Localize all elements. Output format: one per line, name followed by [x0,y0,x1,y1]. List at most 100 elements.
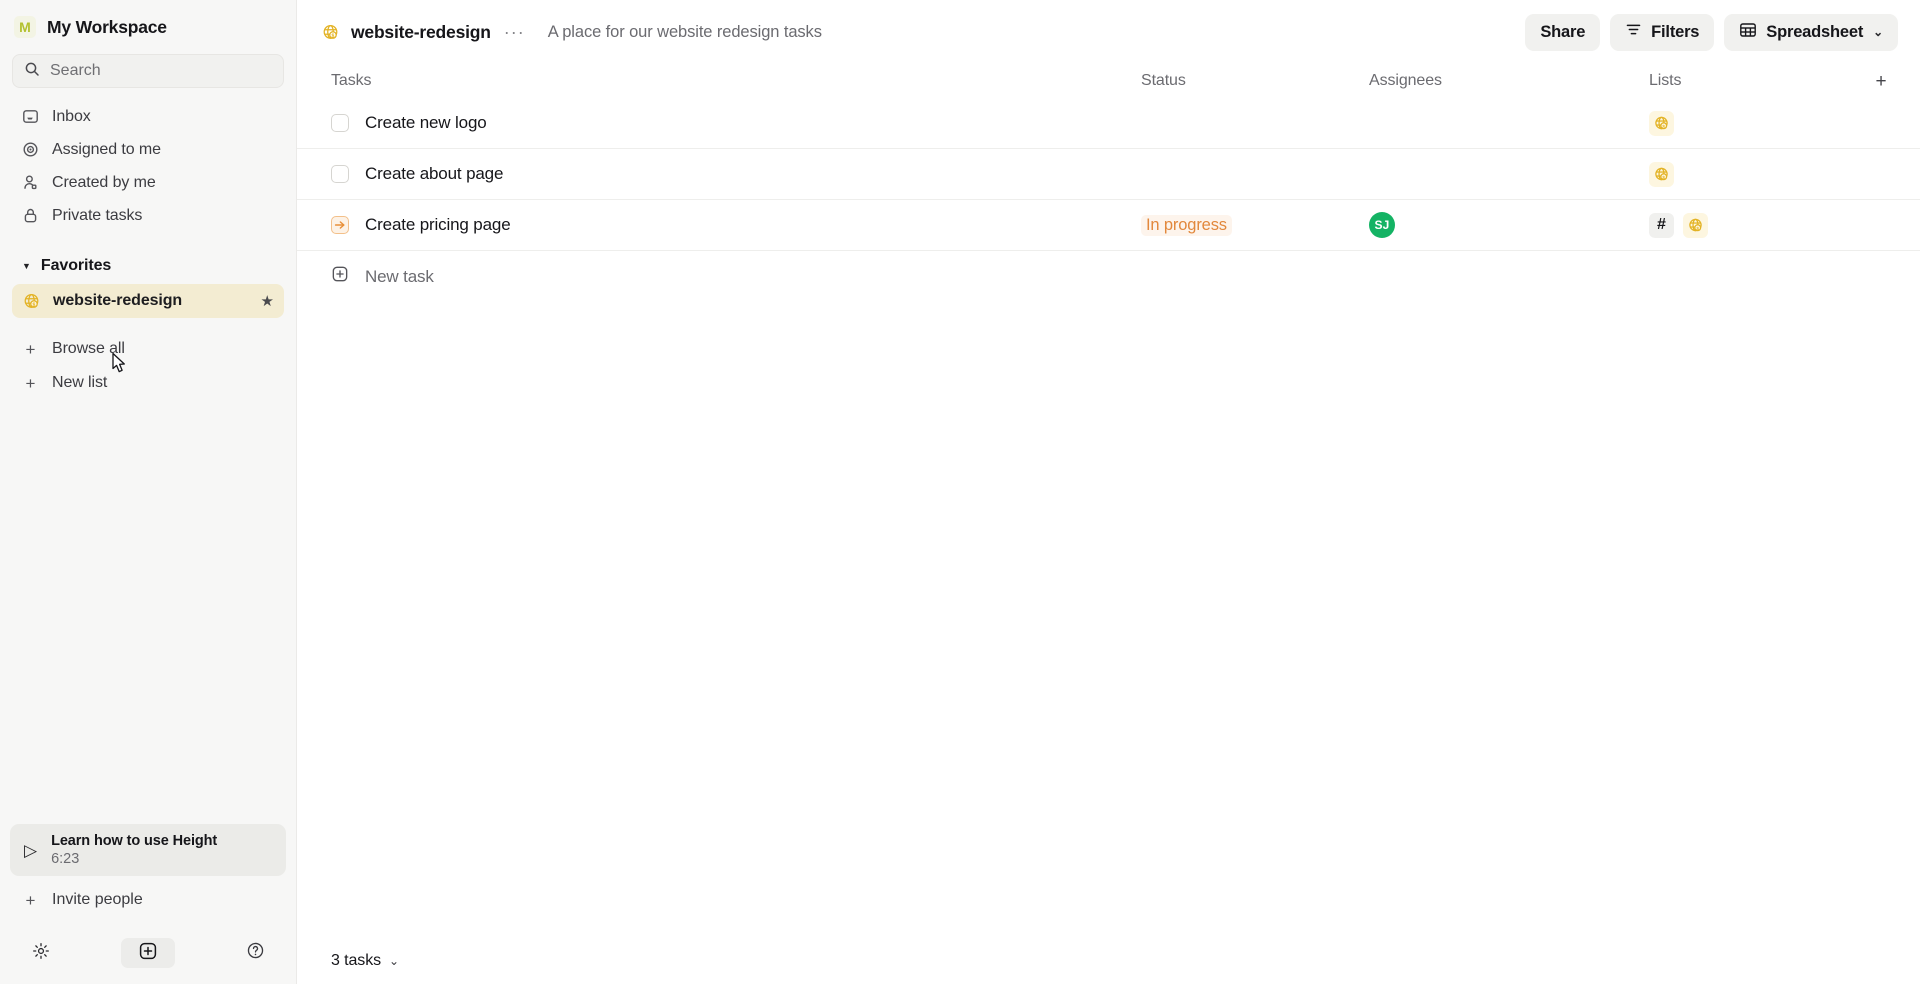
favorites-label: Favorites [40,257,112,274]
sidebar-nav: Inbox Assigned to me Created by me Priva… [0,98,296,232]
question-circle-icon [246,941,265,965]
svg-text:$: $ [332,33,335,39]
sidebar-item-label: Inbox [52,107,91,125]
browse-all-button[interactable]: + Browse all [12,332,284,366]
list-chips: # $ [1649,212,1864,238]
share-label: Share [1540,22,1586,41]
workspace-header[interactable]: M My Workspace [0,0,296,54]
workspace-logo: M [14,16,36,38]
task-name: Create pricing page [365,215,511,234]
top-bar: $ website-redesign ··· A place for our w… [297,0,1920,64]
task-checkbox[interactable] [331,114,349,132]
search-placeholder: Search [50,62,101,79]
hash-icon[interactable]: # [1649,212,1674,238]
globe-icon[interactable]: $ [1649,161,1674,187]
invite-people-label: Invite people [52,891,143,908]
new-button[interactable] [121,938,175,968]
page-title[interactable]: website-redesign [351,22,491,43]
settings-button[interactable] [24,938,58,968]
task-status-checkbox-in-progress[interactable] [331,216,349,234]
main-content: $ website-redesign ··· A place for our w… [297,0,1920,984]
new-list-button[interactable]: + New list [12,366,284,400]
search-input[interactable]: Search [12,54,284,88]
svg-text:$: $ [1696,225,1699,231]
empty-area [297,302,1920,938]
lock-icon [22,207,39,224]
globe-icon[interactable]: $ [1649,110,1674,136]
status-badge: In progress [1141,214,1232,236]
task-cell: Create about page [331,164,1141,184]
sidebar-item-label: Created by me [52,173,156,191]
lists-cell[interactable]: $ [1649,110,1864,136]
list-chips: $ [1649,110,1864,136]
bottom-bar: 3 tasks ⌄ [297,938,1920,984]
table-row[interactable]: Create pricing page In progress SJ # $ [297,200,1920,251]
add-column-button[interactable]: + [1864,72,1898,91]
task-checkbox[interactable] [331,165,349,183]
sidebar-item-label: Private tasks [52,206,143,224]
task-cell: Create new logo [331,113,1141,133]
sidebar-item-assigned-to-me[interactable]: Assigned to me [12,133,284,166]
task-name: Create about page [365,164,504,183]
sidebar: M My Workspace Search Inbox Assigned to … [0,0,297,984]
table-row[interactable]: Create new logo $ [297,98,1920,149]
list-description[interactable]: A place for our website redesign tasks [548,23,822,42]
column-header-assignees: Assignees [1369,72,1442,89]
svg-text:$: $ [1662,174,1665,180]
target-icon [22,141,39,158]
learn-how-to-use-height-card[interactable]: ▷ Learn how to use Height 6:23 [10,824,286,876]
sidebar-item-website-redesign[interactable]: $ website-redesign ★ [12,284,284,318]
sidebar-item-private-tasks[interactable]: Private tasks [12,199,284,232]
svg-text:$: $ [1662,123,1665,129]
invite-people-button[interactable]: + Invite people [12,882,284,918]
filters-button[interactable]: Filters [1610,13,1715,51]
globe-icon[interactable]: $ [1683,212,1708,238]
table-row[interactable]: Create about page $ [297,149,1920,200]
task-name: Create new logo [365,113,487,132]
app-root: M My Workspace Search Inbox Assigned to … [0,0,1920,984]
lists-cell[interactable]: $ [1649,161,1864,187]
search-icon [24,61,40,82]
learn-card-duration: 6:23 [51,851,80,867]
new-task-button[interactable]: New task [297,251,1920,302]
column-header-lists: Lists [1649,72,1682,89]
plus-square-icon [138,941,158,966]
status-cell[interactable]: In progress [1141,214,1369,236]
new-list-label: New list [52,374,108,391]
share-button[interactable]: Share [1525,13,1601,51]
chevron-down-icon: ⌄ [389,954,399,968]
column-header-status: Status [1141,72,1186,89]
sidebar-item-inbox[interactable]: Inbox [12,100,284,133]
plus-square-icon [331,265,349,288]
breadcrumb: $ website-redesign ··· A place for our w… [321,22,822,43]
spreadsheet-icon [1739,21,1757,44]
new-task-label: New task [365,266,434,286]
workspace-title: My Workspace [47,16,167,37]
favorites-section-header[interactable]: ▼ Favorites [0,248,296,284]
star-icon[interactable]: ★ [261,292,274,310]
learn-card-title: Learn how to use Height [51,833,218,849]
sidebar-item-label: Assigned to me [52,140,161,158]
top-actions: Share Filters Spreadsheet ⌄ [1525,13,1898,51]
browse-all-label: Browse all [52,340,125,357]
learn-card-text: Learn how to use Height 6:23 [51,833,217,867]
task-count-selector[interactable]: 3 tasks ⌄ [331,952,399,970]
lists-cell[interactable]: # $ [1649,212,1864,238]
list-chips: $ [1649,161,1864,187]
sidebar-item-created-by-me[interactable]: Created by me [12,166,284,199]
column-header-tasks: Tasks [331,72,372,89]
globe-icon: $ [22,292,41,311]
chevron-down-icon: ▼ [22,260,31,271]
play-icon: ▷ [24,840,38,860]
more-options-button[interactable]: ··· [502,23,527,41]
view-switcher-button[interactable]: Spreadsheet ⌄ [1724,13,1898,51]
help-button[interactable] [238,938,272,968]
view-label: Spreadsheet [1766,22,1864,41]
sidebar-footer [0,928,296,984]
task-cell: Create pricing page [331,215,1141,235]
inbox-icon [22,108,39,125]
plus-icon: + [25,373,36,393]
assignees-cell[interactable]: SJ [1369,212,1649,238]
filters-label: Filters [1651,22,1700,41]
